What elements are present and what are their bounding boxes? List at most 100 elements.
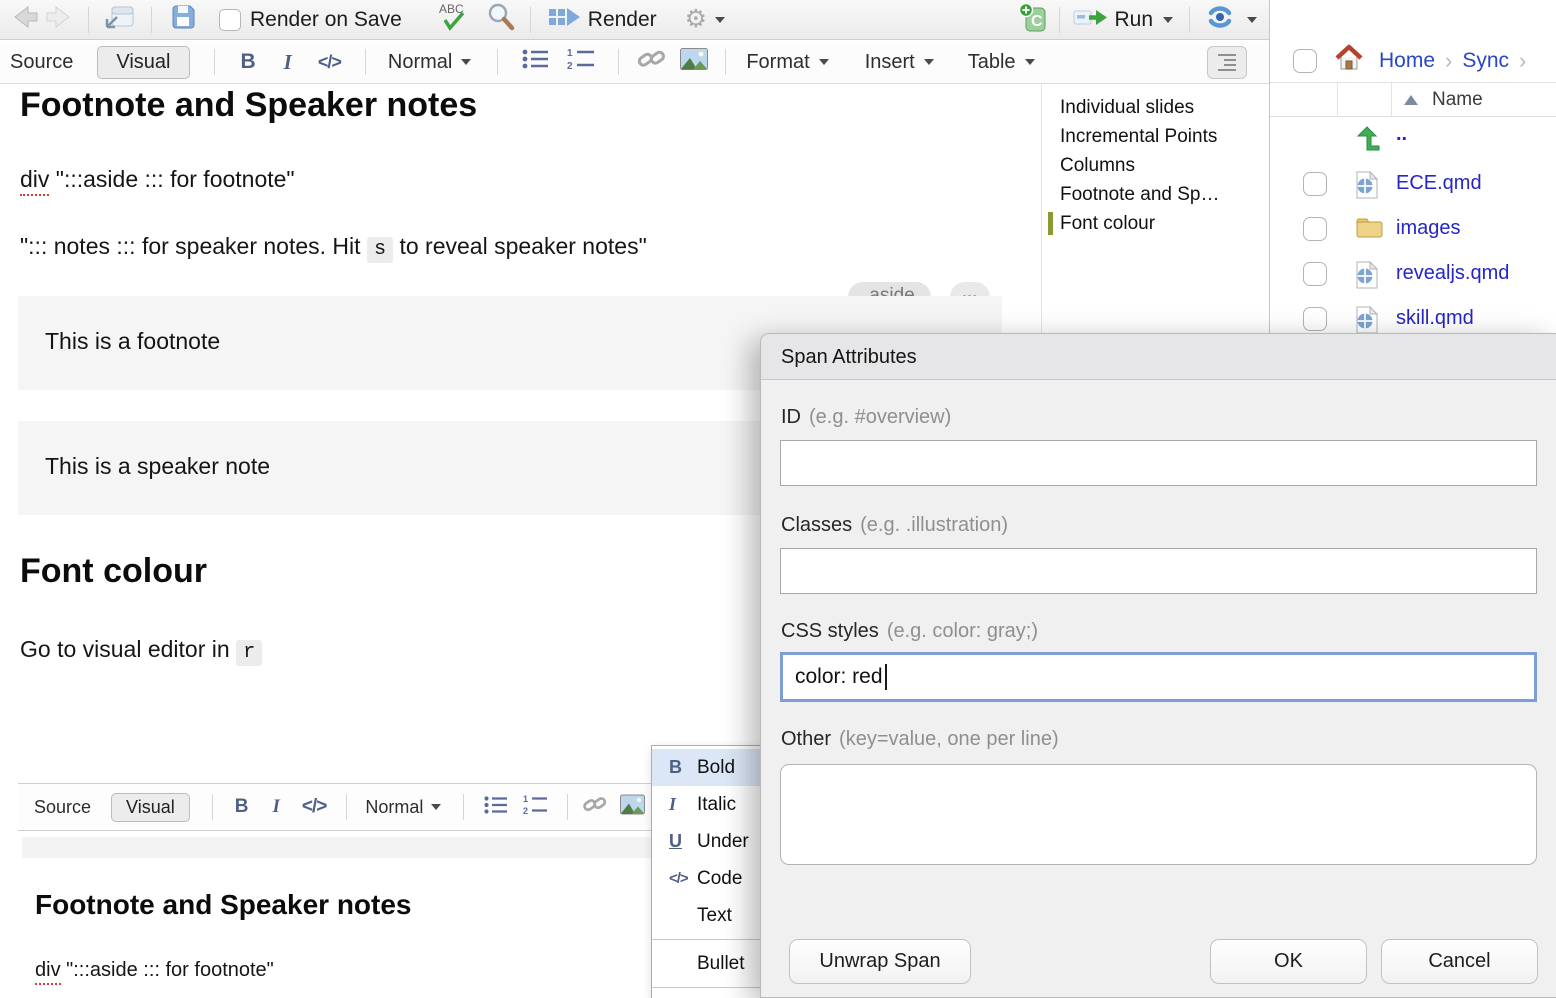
- format-menu-button[interactable]: Format: [746, 51, 809, 74]
- rerun-options-caret-icon[interactable]: [1247, 17, 1257, 23]
- css-styles-input[interactable]: color: red: [780, 652, 1537, 702]
- up-directory-icon: [1354, 125, 1382, 159]
- heading-footnote-speaker[interactable]: Footnote and Speaker notes: [20, 86, 477, 125]
- forward-icon[interactable]: [44, 4, 76, 36]
- divider: [151, 7, 152, 33]
- spellcheck-icon[interactable]: ABC: [436, 1, 472, 39]
- embedded-visual-tab: Visual: [111, 793, 190, 822]
- file-row-ece-qmd[interactable]: ECE.qmd: [1270, 162, 1556, 207]
- divider: [567, 794, 568, 820]
- divider: [618, 49, 619, 75]
- css-styles-label: CSS styles(e.g. color: gray;): [781, 620, 1038, 643]
- insert-menu-caret-icon[interactable]: [924, 59, 934, 65]
- svg-text:1: 1: [567, 48, 573, 59]
- breadcrumb-home-link[interactable]: Home: [1379, 49, 1435, 73]
- visual-tab[interactable]: Visual: [97, 46, 189, 79]
- outline-item-columns[interactable]: Columns: [1042, 151, 1268, 180]
- heading-font-colour[interactable]: Font colour: [20, 552, 207, 591]
- embedded-bold-button: B: [235, 796, 249, 818]
- unwrap-span-button[interactable]: Unwrap Span: [789, 939, 971, 984]
- classes-input[interactable]: [780, 548, 1537, 594]
- bullet-list-icon[interactable]: [520, 47, 550, 77]
- table-menu-button[interactable]: Table: [968, 51, 1016, 74]
- outline-item-incremental-points[interactable]: Incremental Points: [1042, 122, 1268, 151]
- file-row-revealjs-qmd[interactable]: revealjs.qmd: [1270, 252, 1556, 297]
- outline-item-font-colour[interactable]: Font colour: [1042, 209, 1268, 238]
- other-textarea[interactable]: [780, 764, 1537, 865]
- run-icon[interactable]: [1072, 4, 1110, 36]
- search-icon[interactable]: [484, 1, 516, 39]
- file-name-link[interactable]: skill.qmd: [1396, 307, 1474, 330]
- embedded-numbered-list-icon: 12: [522, 794, 549, 821]
- paragraph-aside[interactable]: div ":::aside ::: for footnote": [20, 166, 295, 193]
- render-button[interactable]: Render: [588, 8, 657, 32]
- other-label: Other(key=value, one per line): [781, 728, 1059, 751]
- file-name-link[interactable]: revealjs.qmd: [1396, 262, 1509, 285]
- embedded-code-button: </>: [302, 796, 326, 818]
- divider: [88, 7, 89, 33]
- cancel-button[interactable]: Cancel: [1381, 939, 1538, 984]
- divider: [214, 49, 215, 75]
- file-checkbox[interactable]: [1303, 307, 1327, 331]
- source-tab[interactable]: Source: [10, 51, 73, 74]
- dialog-title: Span Attributes: [761, 334, 1556, 380]
- files-table-header[interactable]: Name: [1270, 83, 1556, 117]
- outline-item-individual-slides[interactable]: Individual slides: [1042, 93, 1268, 122]
- keycap-r: r: [236, 640, 262, 666]
- select-all-checkbox[interactable]: [1293, 49, 1317, 73]
- file-checkbox[interactable]: [1303, 217, 1327, 241]
- breadcrumb-sync-link[interactable]: Sync: [1462, 49, 1509, 73]
- outline-toggle-button[interactable]: [1207, 46, 1247, 79]
- other-hint: (key=value, one per line): [839, 728, 1059, 750]
- numbered-list-icon[interactable]: 12: [566, 47, 596, 77]
- paragraph-style-caret-icon[interactable]: [461, 59, 471, 65]
- rerun-sync-icon[interactable]: [1202, 2, 1238, 38]
- id-input[interactable]: [780, 440, 1537, 486]
- file-row-parent-dir[interactable]: ..: [1270, 117, 1556, 162]
- insert-chunk-icon[interactable]: C: [1017, 1, 1049, 39]
- text-cursor: [885, 664, 887, 690]
- bold-button[interactable]: B: [241, 50, 256, 74]
- span-attributes-dialog: Span Attributes ID(e.g. #overview) Class…: [760, 333, 1556, 998]
- file-checkbox[interactable]: [1303, 172, 1327, 196]
- save-icon[interactable]: [170, 3, 197, 36]
- run-button[interactable]: Run: [1114, 8, 1153, 32]
- run-options-caret-icon[interactable]: [1163, 17, 1173, 23]
- file-row-images[interactable]: images: [1270, 207, 1556, 252]
- image-icon[interactable]: [679, 46, 709, 78]
- gear-icon[interactable]: ⚙: [685, 7, 707, 32]
- embedded-style-caret-icon: [431, 804, 441, 810]
- keycap-s: s: [367, 237, 393, 263]
- open-in-new-window-icon[interactable]: [103, 3, 137, 37]
- divider: [1189, 7, 1190, 33]
- italic-button[interactable]: I: [284, 50, 292, 75]
- css-styles-hint: (e.g. color: gray;): [887, 620, 1038, 642]
- render-icon[interactable]: [547, 4, 581, 36]
- outline-item-footnote[interactable]: Footnote and Sp…: [1042, 180, 1268, 209]
- column-divider: [1337, 83, 1338, 116]
- home-icon[interactable]: [1333, 43, 1365, 79]
- file-name-link[interactable]: ..: [1396, 123, 1407, 146]
- file-name-link[interactable]: images: [1396, 217, 1460, 240]
- insert-menu-button[interactable]: Insert: [865, 51, 915, 74]
- id-hint: (e.g. #overview): [809, 406, 951, 428]
- id-label: ID(e.g. #overview): [781, 406, 951, 429]
- breadcrumb-separator: ›: [1519, 48, 1526, 74]
- format-menu-caret-icon[interactable]: [819, 59, 829, 65]
- paragraph-style-select[interactable]: Normal: [388, 51, 452, 74]
- render-on-save-checkbox[interactable]: [219, 9, 241, 31]
- file-checkbox[interactable]: [1303, 262, 1327, 286]
- name-column-header[interactable]: Name: [1432, 89, 1483, 111]
- embedded-image-icon: [619, 793, 646, 821]
- qmd-file-icon: [1354, 170, 1380, 206]
- link-icon[interactable]: [637, 46, 667, 78]
- paragraph-notes[interactable]: "::: notes ::: for speaker notes. Hit s …: [20, 233, 647, 261]
- visual-editor-toolbar: Source Visual B I </> Normal 12 Format I…: [0, 41, 1269, 84]
- table-menu-caret-icon[interactable]: [1025, 59, 1035, 65]
- ok-button[interactable]: OK: [1210, 939, 1367, 984]
- code-button[interactable]: </>: [318, 52, 341, 73]
- paragraph-visual-editor[interactable]: Go to visual editor in r: [20, 636, 262, 664]
- file-name-link[interactable]: ECE.qmd: [1396, 172, 1482, 195]
- back-icon[interactable]: [8, 4, 40, 36]
- render-options-caret-icon[interactable]: [715, 17, 725, 23]
